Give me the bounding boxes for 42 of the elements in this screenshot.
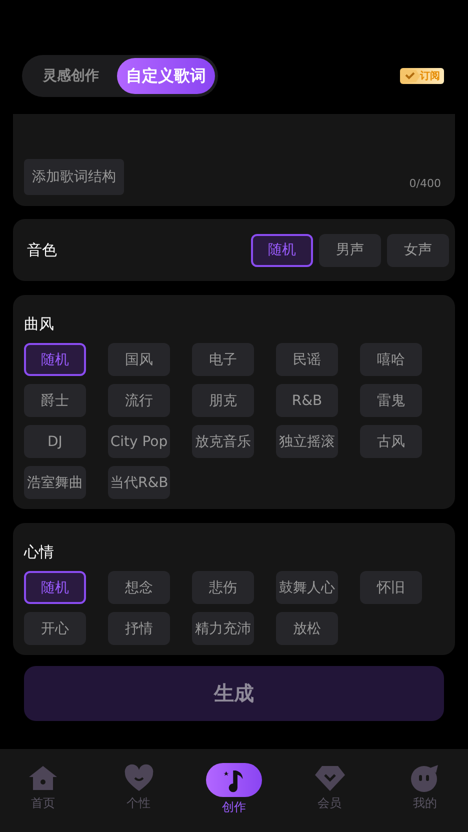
style-option[interactable]: 爵士 [24, 384, 86, 417]
style-option[interactable]: 浩室舞曲 [24, 466, 86, 499]
mood-option[interactable]: 放松 [276, 612, 338, 645]
round-face-icon [410, 763, 440, 793]
style-option[interactable]: 独立摇滚 [276, 425, 338, 458]
mood-option[interactable]: 鼓舞人心 [276, 571, 338, 604]
style-option[interactable]: 朋克 [192, 384, 254, 417]
style-option[interactable]: 随机 [24, 343, 86, 376]
mood-option[interactable]: 悲伤 [192, 571, 254, 604]
music-note-icon [206, 763, 262, 797]
style-option[interactable]: 古风 [360, 425, 422, 458]
style-option[interactable]: R&B [276, 384, 338, 417]
style-option[interactable]: 国风 [108, 343, 170, 376]
style-option[interactable]: 放克音乐 [192, 425, 254, 458]
voice-option[interactable]: 女声 [387, 234, 449, 266]
style-option[interactable]: 嘻哈 [360, 343, 422, 376]
character-counter: 0/400 [409, 177, 441, 190]
mood-option[interactable]: 精力充沛 [192, 612, 254, 645]
style-option[interactable]: 民谣 [276, 343, 338, 376]
heart-icon [124, 763, 154, 793]
style-option[interactable]: 雷鬼 [360, 384, 422, 417]
section-title: 音色 [27, 240, 57, 260]
mode-tab[interactable]: 自定义歌词 [117, 58, 215, 94]
mode-tab[interactable]: 灵感创作 [25, 58, 117, 94]
style-option[interactable]: 流行 [108, 384, 170, 417]
style-option[interactable]: 电子 [192, 343, 254, 376]
style-option[interactable]: 当代R&B [108, 466, 170, 499]
mood-option[interactable]: 开心 [24, 612, 86, 645]
nav-item[interactable]: 创作 [203, 763, 265, 832]
style-option[interactable]: City Pop [108, 425, 170, 458]
voice-option[interactable]: 随机 [251, 234, 313, 266]
home-icon [28, 763, 58, 793]
mood-option[interactable]: 抒情 [108, 612, 170, 645]
add-structure-button[interactable]: 添加歌词结构 [24, 159, 124, 195]
section-title: 心情 [24, 543, 55, 562]
style-option[interactable]: DJ [24, 425, 86, 458]
section-title: 曲风 [24, 315, 55, 334]
mood-option[interactable]: 怀旧 [360, 571, 422, 604]
mood-option[interactable]: 想念 [108, 571, 170, 604]
voice-option[interactable]: 男声 [319, 234, 381, 266]
mood-option[interactable]: 随机 [24, 571, 86, 604]
diamond-icon [314, 763, 344, 793]
